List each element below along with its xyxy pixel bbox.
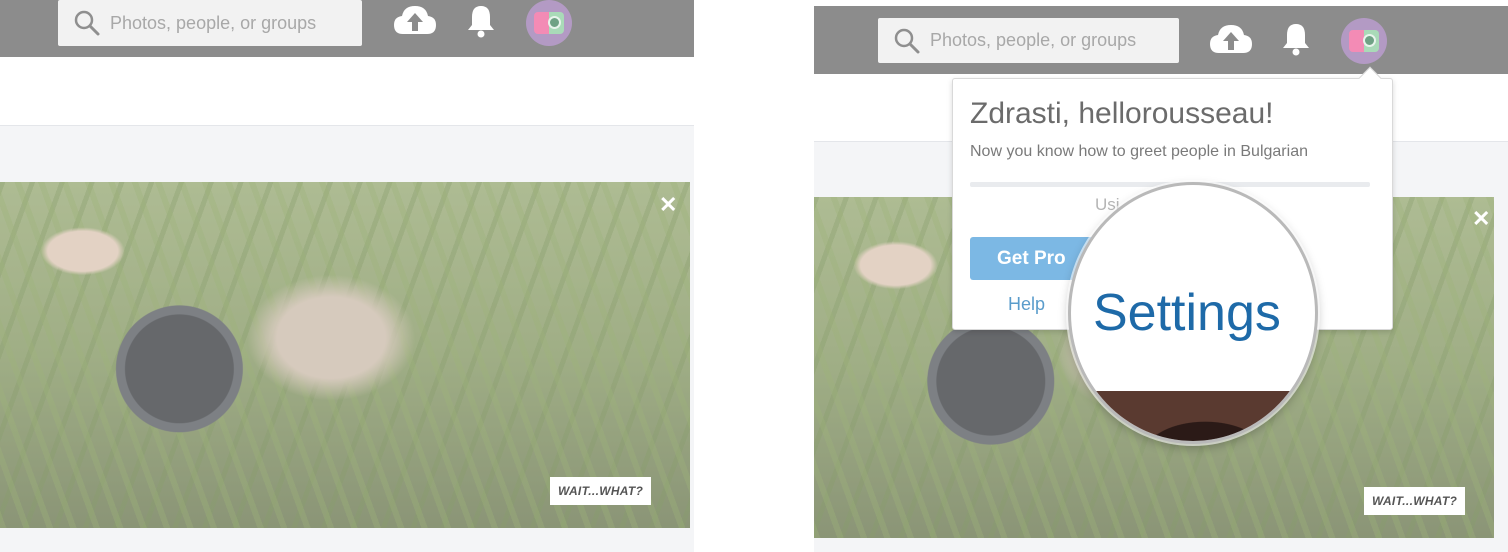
top-bar: Photos, people, or groups [814,6,1508,74]
hero-badge: WAIT...WHAT? [1364,487,1466,515]
avatar[interactable] [1341,18,1387,64]
search-input[interactable]: Photos, people, or groups [110,13,316,34]
search-input[interactable]: Photos, people, or groups [930,30,1136,51]
settings-link[interactable]: Settings [1093,283,1281,343]
greeting-title: Zdrasti, hellorousseau! [970,97,1274,130]
help-link[interactable]: Help [1008,294,1045,315]
hero-badge: WAIT...WHAT? [550,477,652,505]
bell-icon[interactable] [466,4,496,38]
search-box[interactable]: Photos, people, or groups [878,18,1179,63]
magnifier-callout: Settings [1068,182,1318,444]
close-icon[interactable]: ✕ [659,194,677,216]
search-box[interactable]: Photos, people, or groups [58,0,362,46]
cloud-upload-icon[interactable] [1209,23,1253,55]
screen-left: Photos, people, or groups ✕ WAIT...WHAT? [0,0,694,552]
magnified-photo [1071,391,1315,441]
screen-right: Photos, people, or groups ✕ WAIT...WHAT?… [814,0,1508,552]
subheader [0,57,694,125]
top-bar: Photos, people, or groups [0,0,694,57]
close-icon[interactable]: ✕ [1472,208,1490,230]
search-icon [894,28,920,53]
avatar[interactable] [526,0,572,46]
cloud-upload-icon[interactable] [393,4,437,36]
search-icon [74,10,100,36]
greeting-subtitle: Now you know how to greet people in Bulg… [970,143,1308,160]
bell-icon[interactable] [1281,22,1311,56]
